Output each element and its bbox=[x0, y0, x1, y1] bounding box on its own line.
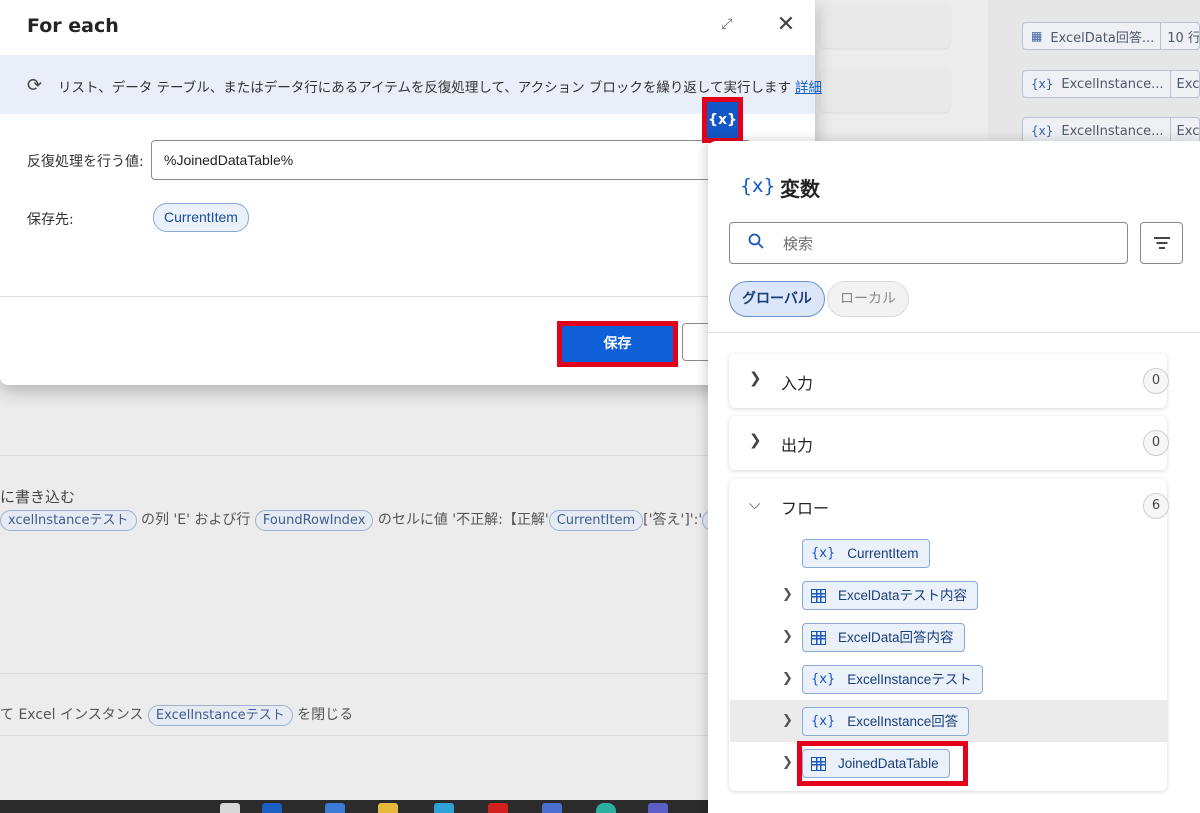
summary-variable-row[interactable]: ▦ ExcelData回答... 10 行 bbox=[1022, 22, 1200, 50]
taskbar-app-icon[interactable] bbox=[596, 803, 616, 813]
var-icon: {x} bbox=[1031, 77, 1054, 91]
store-label: 保存先: bbox=[27, 212, 74, 228]
variables-icon: {x} bbox=[740, 175, 776, 197]
variable-chip-joineddatatable[interactable]: JoinedDataTable bbox=[802, 749, 950, 778]
variables-pane: {x} 変数 検索 グローバル ローカル ❯ 入力 0 ❯ 出力 0 ⌵ フロー… bbox=[708, 141, 1200, 813]
var-icon: {x} bbox=[811, 672, 836, 687]
divider bbox=[0, 296, 815, 297]
variable-chip-exceldata-answer[interactable]: ExcelData回答内容 bbox=[802, 623, 965, 652]
iterate-input[interactable]: %JoinedDataTable% bbox=[151, 140, 751, 180]
pane-title: 変数 bbox=[780, 177, 820, 201]
table-icon bbox=[811, 630, 826, 645]
var-icon: {x} bbox=[1031, 124, 1054, 138]
section-label: 出力 bbox=[781, 436, 814, 455]
count-badge: 0 bbox=[1143, 430, 1169, 456]
for-each-dialog: For each ⤢ ✕ ⟳ リスト、データ テーブル、またはデータ行にあるアイ… bbox=[0, 0, 822, 385]
search-icon bbox=[748, 233, 764, 249]
variable-chip-currentitem[interactable]: {x} CurrentItem bbox=[802, 539, 930, 568]
variable-chip-exceldata-test[interactable]: ExcelDataテスト内容 bbox=[802, 581, 979, 610]
taskbar-app-icon[interactable] bbox=[542, 803, 562, 813]
tab-local[interactable]: ローカル bbox=[827, 281, 909, 317]
chevron-right-icon: ❯ bbox=[749, 369, 762, 387]
divider bbox=[0, 455, 708, 456]
folder-icon[interactable] bbox=[378, 803, 398, 813]
variable-chip-excelinstance-answer[interactable]: {x} ExcelInstance回答 bbox=[802, 707, 970, 736]
action-card[interactable] bbox=[820, 68, 950, 112]
taskbar-app-icon[interactable] bbox=[488, 803, 508, 813]
taskbar-app-icon[interactable] bbox=[220, 803, 240, 813]
grid-icon: ▦ bbox=[1031, 29, 1043, 43]
divider bbox=[0, 673, 708, 674]
loop-icon: ⟳ bbox=[27, 75, 43, 96]
taskbar-app-icon[interactable] bbox=[262, 803, 282, 813]
variable-chip-excelinstance-test[interactable]: {x} ExcelInstanceテスト bbox=[802, 665, 983, 694]
taskbar-app-icon[interactable] bbox=[434, 803, 454, 813]
save-button[interactable]: 保存 bbox=[562, 326, 673, 362]
count-badge: 6 bbox=[1143, 493, 1169, 519]
iterate-label: 反復処理を行う値: bbox=[27, 154, 144, 170]
search-box[interactable]: 検索 bbox=[729, 222, 1128, 264]
chevron-down-icon[interactable]: ⌵ bbox=[749, 495, 760, 513]
action-title: に書き込む bbox=[0, 488, 76, 506]
table-icon bbox=[811, 756, 826, 771]
expand-icon[interactable]: ⤢ bbox=[717, 14, 737, 34]
filter-button[interactable] bbox=[1140, 222, 1183, 264]
var-icon: {x} bbox=[811, 546, 836, 561]
count-badge: 0 bbox=[1143, 368, 1169, 394]
divider bbox=[708, 332, 1200, 333]
chevron-right-icon[interactable]: ❯ bbox=[782, 755, 793, 770]
section-label: 入力 bbox=[781, 374, 814, 393]
action-description[interactable]: xcelInstanceテスト の列 'E' および行 FoundRowInde… bbox=[0, 509, 708, 531]
action-description[interactable]: て Excel インスタンス ExcelInstanceテスト を閉じる bbox=[0, 704, 708, 726]
details-link[interactable]: 詳細 bbox=[795, 80, 822, 96]
section-input[interactable]: ❯ 入力 0 bbox=[729, 354, 1169, 408]
variables-button[interactable]: {x} bbox=[707, 102, 738, 138]
close-icon[interactable]: ✕ bbox=[776, 13, 796, 37]
var-icon: {x} bbox=[811, 714, 836, 729]
dialog-title: For each bbox=[27, 15, 119, 37]
highlight-frame: {x} bbox=[702, 97, 743, 143]
action-card[interactable] bbox=[820, 4, 950, 48]
taskbar-app-icon[interactable] bbox=[325, 803, 345, 813]
highlight-frame: 保存 bbox=[557, 321, 678, 367]
chevron-right-icon[interactable]: ❯ bbox=[782, 629, 793, 644]
taskbar-app-icon[interactable] bbox=[648, 803, 668, 813]
tab-global[interactable]: グローバル bbox=[729, 281, 825, 317]
chevron-right-icon: ❯ bbox=[749, 431, 762, 449]
section-label: フロー bbox=[781, 499, 830, 518]
info-text: リスト、データ テーブル、またはデータ行にあるアイテムを反復処理して、アクション… bbox=[58, 80, 822, 96]
divider bbox=[0, 735, 708, 736]
section-output[interactable]: ❯ 出力 0 bbox=[729, 416, 1169, 470]
store-variable-chip[interactable]: CurrentItem bbox=[153, 203, 249, 232]
search-input[interactable]: 検索 bbox=[783, 233, 813, 254]
summary-variable-row[interactable]: {x} ExcelInstance... Excel bbox=[1022, 70, 1200, 98]
table-icon bbox=[811, 588, 826, 603]
chevron-right-icon[interactable]: ❯ bbox=[782, 713, 793, 728]
chevron-right-icon[interactable]: ❯ bbox=[782, 671, 793, 686]
chevron-right-icon[interactable]: ❯ bbox=[782, 587, 793, 602]
